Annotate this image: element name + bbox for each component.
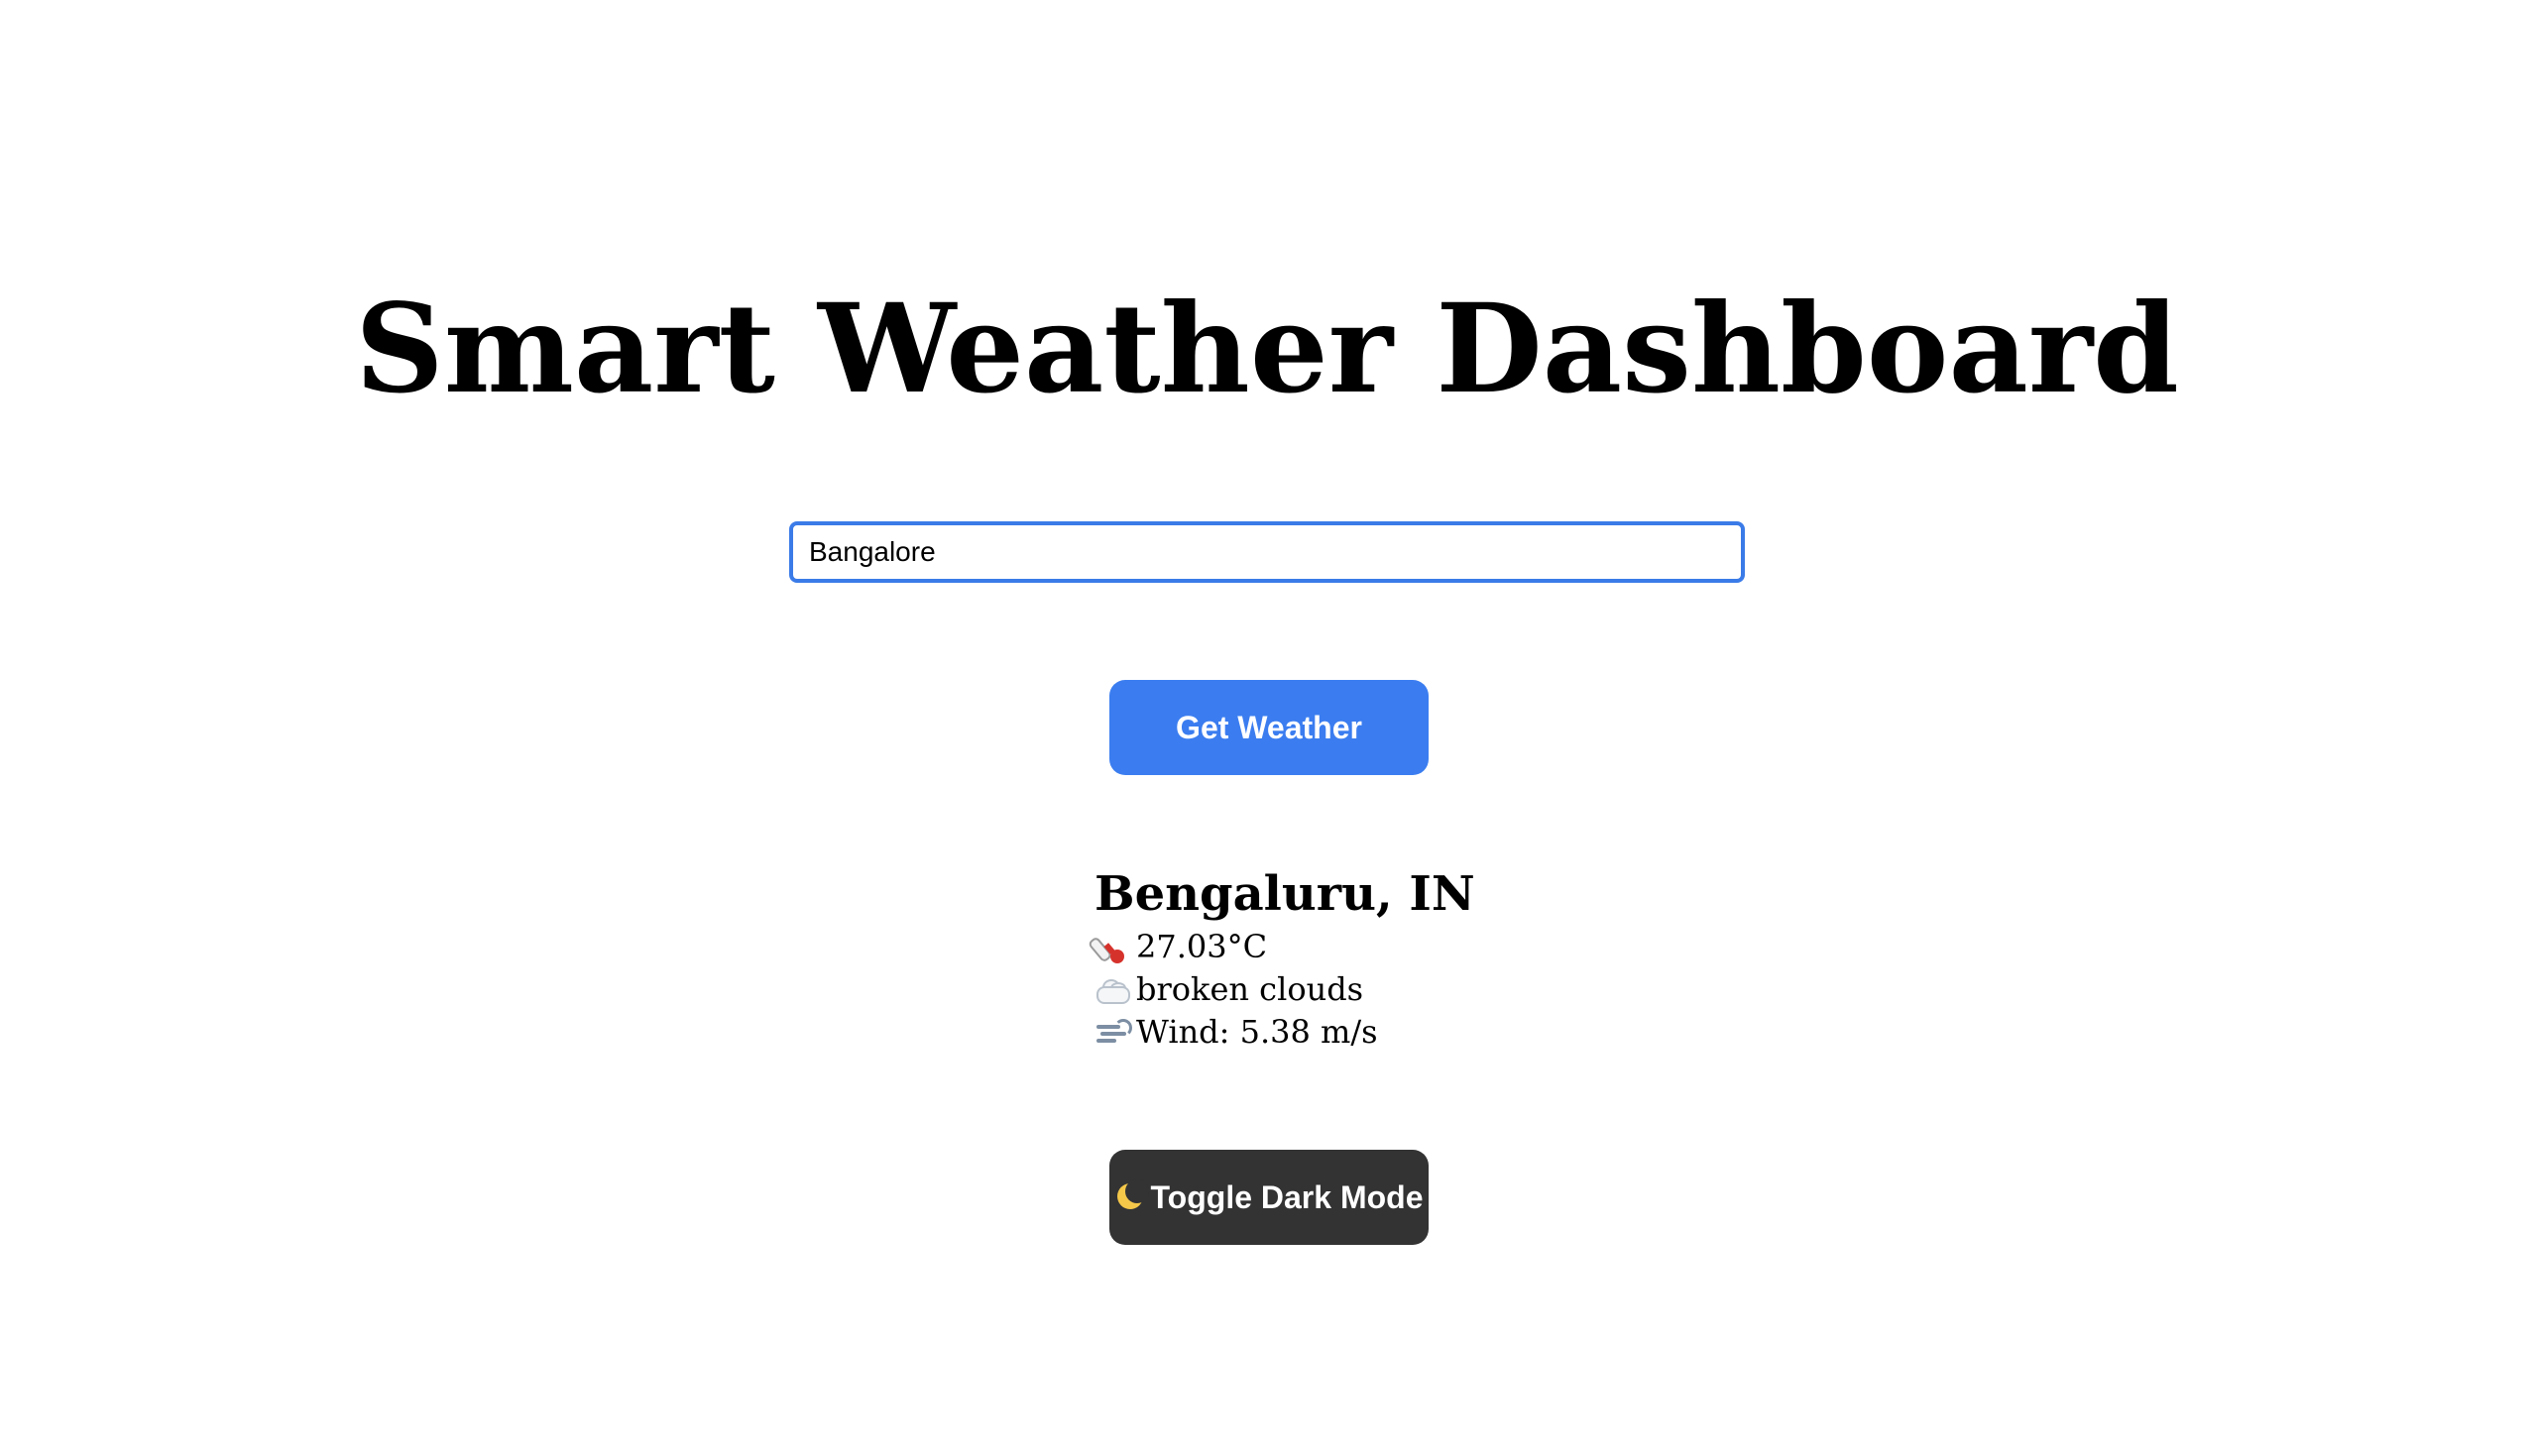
- page-title: Smart Weather Dashboard: [355, 278, 2179, 421]
- city-search-input[interactable]: [789, 521, 1745, 583]
- thermometer-icon: [1087, 930, 1130, 965]
- wind-value: Wind: 5.38 m/s: [1136, 1013, 1378, 1051]
- cloud-icon: [1094, 972, 1130, 1008]
- description-row: broken clouds: [1094, 968, 1689, 1011]
- moon-icon: [1115, 1179, 1149, 1211]
- wind-row: Wind: 5.38 m/s: [1094, 1011, 1689, 1054]
- toggle-dark-mode-label: Toggle Dark Mode: [1150, 1178, 1424, 1215]
- toggle-dark-mode-button[interactable]: Toggle Dark Mode: [1109, 1150, 1429, 1245]
- wind-icon: [1094, 1015, 1132, 1051]
- weather-location: Bengaluru, IN: [1094, 866, 1475, 922]
- temperature-row: 27.03°C: [1087, 926, 1689, 968]
- weather-result: Bengaluru, IN 27.03°C broken clouds Wind…: [1087, 862, 1689, 1054]
- weather-description: broken clouds: [1136, 970, 1364, 1008]
- temperature-value: 27.03°C: [1136, 928, 1268, 965]
- get-weather-button[interactable]: Get Weather: [1109, 680, 1429, 775]
